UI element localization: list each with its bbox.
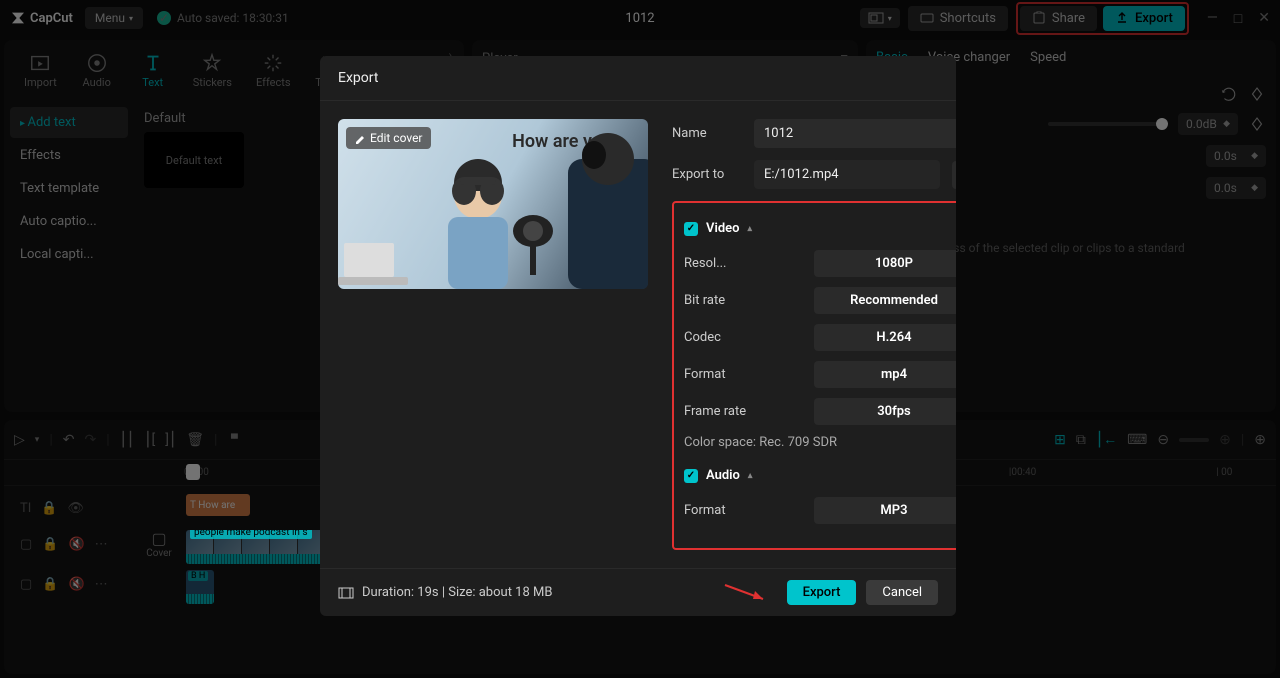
codec-label: Codec bbox=[684, 330, 754, 345]
audio-format-label: Format bbox=[684, 503, 754, 518]
export-duration-info: Duration: 19s | Size: about 18 MB bbox=[338, 585, 552, 601]
modal-title: Export bbox=[320, 56, 956, 101]
cover-preview: Edit cover How are you bbox=[338, 119, 648, 289]
exportto-label: Export to bbox=[672, 167, 742, 182]
framerate-label: Frame rate bbox=[684, 404, 754, 419]
collapse-icon[interactable]: ▴ bbox=[748, 224, 753, 234]
export-button[interactable]: Export bbox=[787, 580, 857, 605]
person2-illustration bbox=[558, 129, 648, 289]
pencil-icon bbox=[354, 132, 366, 144]
export-modal: Export Edit cover How are you Name bbox=[320, 56, 956, 616]
audio-section-label: Audio bbox=[706, 468, 740, 483]
bitrate-dropdown[interactable]: Recommended▾ bbox=[814, 287, 956, 314]
cancel-button[interactable]: Cancel bbox=[866, 580, 938, 605]
resolution-label: Resol... bbox=[684, 256, 754, 271]
edit-cover-button[interactable]: Edit cover bbox=[346, 127, 431, 149]
format-label: Format bbox=[684, 367, 754, 382]
audio-checkbox[interactable]: ✓ bbox=[684, 469, 698, 483]
export-settings-highlight: ✓ Video ▴ Resol... 1080P▾ Bit rate Recomme… bbox=[672, 201, 956, 550]
bitrate-label: Bit rate bbox=[684, 293, 754, 308]
resolution-dropdown[interactable]: 1080P▾ bbox=[814, 250, 956, 277]
laptop-illustration bbox=[338, 239, 418, 289]
video-checkbox[interactable]: ✓ bbox=[684, 222, 698, 236]
collapse-icon[interactable]: ▴ bbox=[748, 471, 753, 481]
audio-format-dropdown[interactable]: MP3▾ bbox=[814, 497, 956, 524]
colorspace-info: Color space: Rec. 709 SDR bbox=[684, 435, 956, 450]
video-section-label: Video bbox=[706, 221, 740, 236]
name-input[interactable] bbox=[754, 119, 956, 148]
exportto-input[interactable] bbox=[754, 160, 940, 189]
film-icon bbox=[338, 585, 354, 601]
format-dropdown[interactable]: mp4▾ bbox=[814, 361, 956, 388]
browse-folder-button[interactable] bbox=[952, 161, 956, 189]
arrow-annotation bbox=[723, 581, 773, 605]
framerate-dropdown[interactable]: 30fps▾ bbox=[814, 398, 956, 425]
codec-dropdown[interactable]: H.264▾ bbox=[814, 324, 956, 351]
name-label: Name bbox=[672, 126, 742, 141]
mic-illustration bbox=[508, 209, 558, 279]
